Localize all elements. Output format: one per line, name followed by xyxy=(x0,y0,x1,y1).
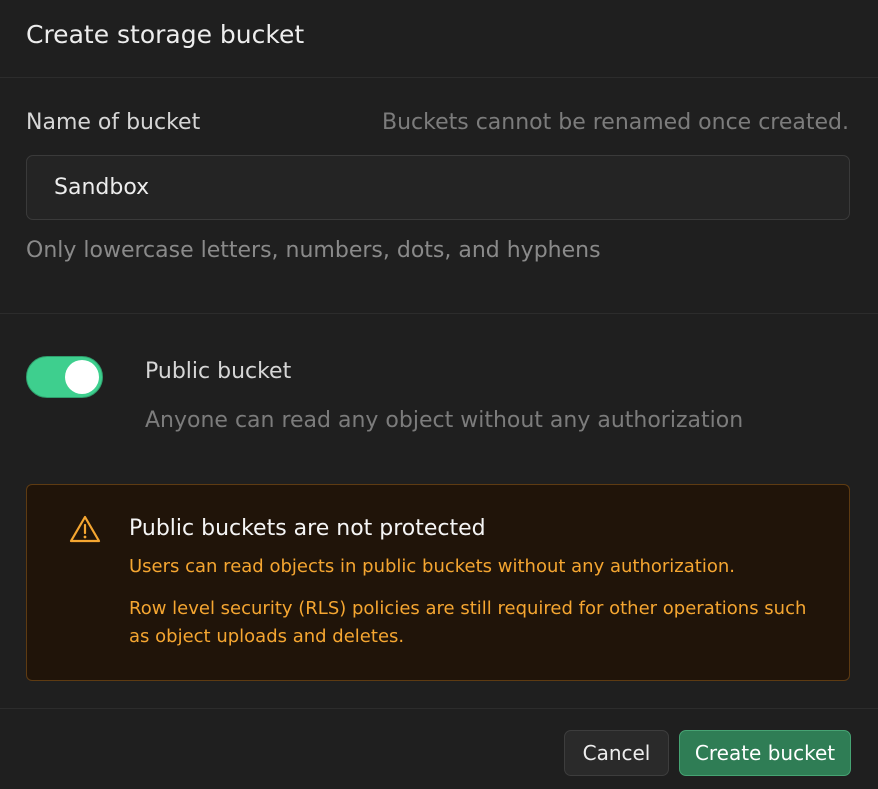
warning-title: Public buckets are not protected xyxy=(129,516,486,541)
bucket-name-note: Buckets cannot be renamed once created. xyxy=(381,110,849,135)
warning-text-1: Users can read objects in public buckets… xyxy=(129,556,735,577)
bucket-name-label: Name of bucket xyxy=(26,110,201,135)
bucket-name-input[interactable] xyxy=(26,155,850,220)
cancel-button[interactable]: Cancel xyxy=(564,730,669,776)
create-bucket-button[interactable]: Create bucket xyxy=(679,730,851,776)
dialog-footer: Cancel Create bucket xyxy=(0,708,878,789)
public-bucket-warning: Public buckets are not protected Users c… xyxy=(26,484,850,681)
create-bucket-dialog: Create storage bucket Name of bucket Buc… xyxy=(0,0,878,789)
public-bucket-toggle[interactable] xyxy=(26,356,103,398)
dialog-header: Create storage bucket xyxy=(0,0,878,78)
bucket-name-help: Only lowercase letters, numbers, dots, a… xyxy=(26,238,601,263)
warning-text-2: Row level security (RLS) policies are st… xyxy=(129,598,807,647)
dialog-title: Create storage bucket xyxy=(26,20,305,49)
public-bucket-description: Anyone can read any object without any a… xyxy=(145,408,744,433)
alert-triangle-icon xyxy=(69,514,101,544)
bucket-name-section: Name of bucket Buckets cannot be renamed… xyxy=(0,79,878,314)
public-bucket-label: Public bucket xyxy=(145,359,292,384)
toggle-knob xyxy=(65,360,99,394)
